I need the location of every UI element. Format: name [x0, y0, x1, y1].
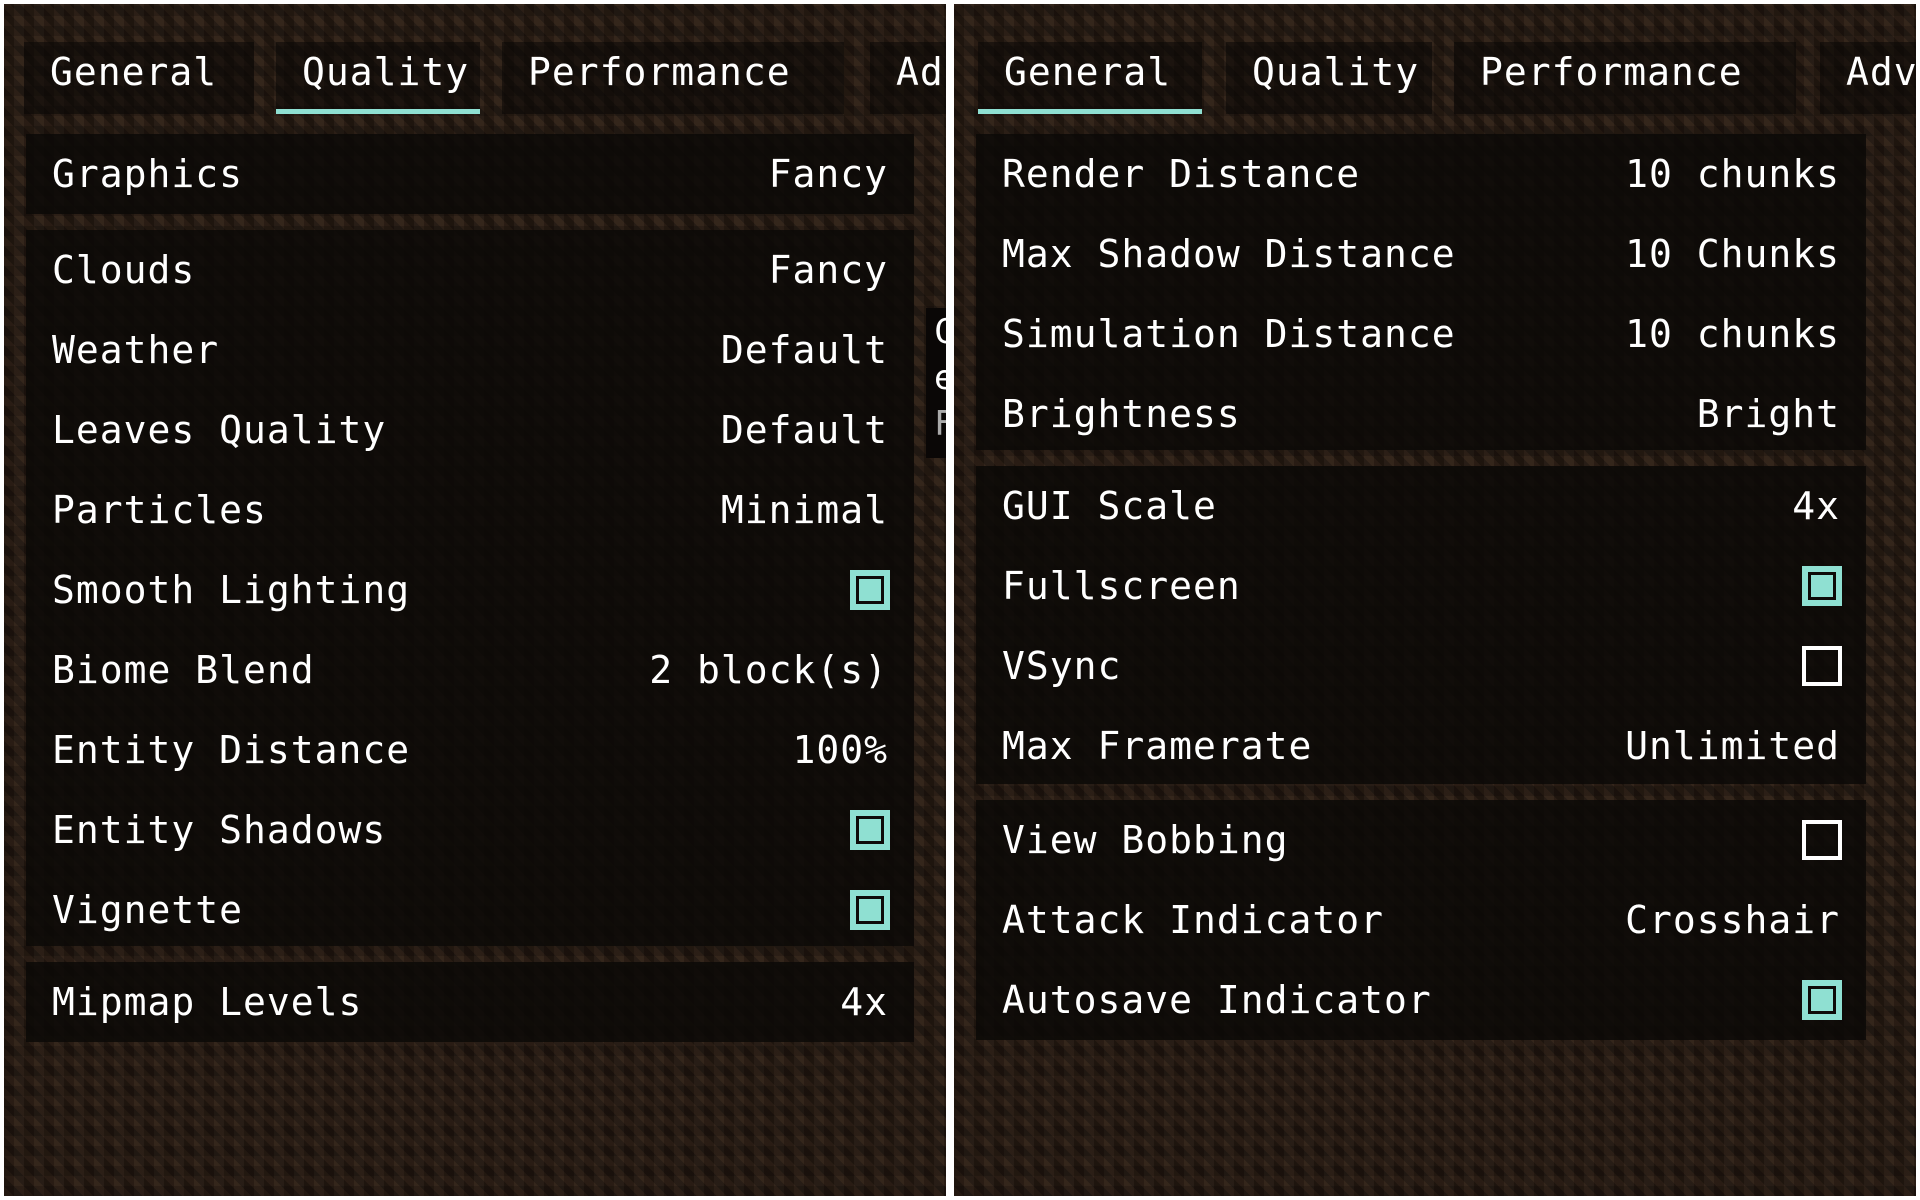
setting-render-distance[interactable]: Render Distance 10 chunks — [976, 134, 1866, 214]
setting-value[interactable]: Default — [721, 390, 888, 470]
entity-shadows-checkbox[interactable] — [850, 810, 890, 850]
tab-label: Performance — [528, 50, 791, 94]
setting-label: Render Distance — [1002, 152, 1361, 196]
setting-label: Smooth Lighting — [52, 568, 411, 612]
setting-simulation-distance[interactable]: Simulation Distance 10 chunks — [976, 294, 1866, 374]
setting-label: Graphics — [52, 152, 244, 196]
setting-brightness[interactable]: Brightness Bright — [976, 374, 1866, 454]
settings-group: View Bobbing Attack Indicator Crosshair … — [976, 800, 1866, 1040]
setting-label: Brightness — [1002, 392, 1241, 436]
setting-label: Mipmap Levels — [52, 980, 363, 1024]
tooltip-char: e — [934, 358, 946, 398]
tab-performance[interactable]: Performance — [502, 42, 844, 114]
setting-label: View Bobbing — [1002, 818, 1289, 862]
setting-fullscreen[interactable]: Fullscreen — [976, 546, 1866, 626]
setting-label: Entity Shadows — [52, 808, 387, 852]
setting-label: Weather — [52, 328, 220, 372]
setting-value[interactable]: 2 block(s) — [649, 630, 888, 710]
setting-value[interactable]: Fancy — [769, 134, 888, 214]
setting-label: Fullscreen — [1002, 564, 1241, 608]
setting-max-framerate[interactable]: Max Framerate Unlimited — [976, 706, 1866, 786]
vignette-checkbox[interactable] — [850, 890, 890, 930]
setting-label: Vignette — [52, 888, 244, 932]
setting-value[interactable]: Minimal — [721, 470, 888, 550]
setting-clouds[interactable]: Clouds Fancy — [26, 230, 914, 310]
setting-value[interactable]: Fancy — [769, 230, 888, 310]
settings-group: Render Distance 10 chunks Max Shadow Dis… — [976, 134, 1866, 450]
setting-value[interactable]: Crosshair — [1625, 880, 1840, 960]
setting-value[interactable]: 10 Chunks — [1625, 214, 1840, 294]
setting-value[interactable]: Bright — [1697, 374, 1840, 454]
setting-vignette[interactable]: Vignette — [26, 870, 914, 950]
setting-vsync[interactable]: VSync — [976, 626, 1866, 706]
setting-value[interactable]: 4x — [840, 962, 888, 1042]
tab-label: Adv — [1846, 50, 1916, 94]
setting-label: Biome Blend — [52, 648, 315, 692]
tooltip-char: F — [934, 404, 946, 444]
setting-view-bobbing[interactable]: View Bobbing — [976, 800, 1866, 880]
setting-value[interactable]: 10 chunks — [1625, 134, 1840, 214]
tab-general[interactable]: General — [24, 42, 254, 114]
setting-weather[interactable]: Weather Default — [26, 310, 914, 390]
fullscreen-checkbox[interactable] — [1802, 566, 1842, 606]
setting-smooth-lighting[interactable]: Smooth Lighting — [26, 550, 914, 630]
tab-label: Quality — [302, 50, 470, 94]
setting-attack-indicator[interactable]: Attack Indicator Crosshair — [976, 880, 1866, 960]
tab-general[interactable]: General — [978, 42, 1202, 114]
tab-performance[interactable]: Performance — [1454, 42, 1796, 114]
tab-label: Quality — [1252, 50, 1420, 94]
tab-label: Performance — [1480, 50, 1743, 94]
setting-label: Max Framerate — [1002, 724, 1313, 768]
setting-entity-shadows[interactable]: Entity Shadows — [26, 790, 914, 870]
settings-group: Graphics Fancy — [26, 134, 914, 214]
setting-label: GUI Scale — [1002, 484, 1217, 528]
tab-advanced[interactable]: Adv — [1820, 42, 1916, 114]
settings-group: GUI Scale 4x Fullscreen VSync Max Framer… — [976, 466, 1866, 784]
setting-mipmap-levels[interactable]: Mipmap Levels 4x — [26, 962, 914, 1042]
tooltip-char: C — [934, 312, 946, 352]
setting-label: VSync — [1002, 644, 1122, 688]
general-settings-panel: General Quality Performance Adv Render D… — [954, 4, 1916, 1196]
tab-quality[interactable]: Quality — [276, 42, 480, 114]
setting-value[interactable]: 100% — [792, 710, 888, 790]
tab-underline — [276, 109, 480, 114]
settings-group: Mipmap Levels 4x — [26, 962, 914, 1042]
setting-label: Autosave Indicator — [1002, 978, 1432, 1022]
setting-value[interactable]: 4x — [1792, 466, 1840, 546]
autosave-indicator-checkbox[interactable] — [1802, 980, 1842, 1020]
tooltip-fragment: C e F — [926, 308, 946, 458]
setting-label: Leaves Quality — [52, 408, 387, 452]
setting-value[interactable]: Default — [721, 310, 888, 390]
tab-quality[interactable]: Quality — [1226, 42, 1432, 114]
setting-label: Particles — [52, 488, 267, 532]
setting-label: Attack Indicator — [1002, 898, 1385, 942]
tab-label: General — [1004, 50, 1172, 94]
setting-label: Max Shadow Distance — [1002, 232, 1456, 276]
vsync-checkbox[interactable] — [1802, 646, 1842, 686]
setting-label: Simulation Distance — [1002, 312, 1456, 356]
settings-group: Clouds Fancy Weather Default Leaves Qual… — [26, 230, 914, 946]
setting-value[interactable]: 10 chunks — [1625, 294, 1840, 374]
setting-particles[interactable]: Particles Minimal — [26, 470, 914, 550]
quality-settings-panel: General Quality Performance Ad Graphics … — [4, 4, 946, 1196]
setting-value[interactable]: Unlimited — [1625, 706, 1840, 786]
setting-graphics[interactable]: Graphics Fancy — [26, 134, 914, 214]
smooth-lighting-checkbox[interactable] — [850, 570, 890, 610]
tab-label: General — [50, 50, 218, 94]
setting-autosave-indicator[interactable]: Autosave Indicator — [976, 960, 1866, 1040]
setting-label: Entity Distance — [52, 728, 411, 772]
setting-biome-blend[interactable]: Biome Blend 2 block(s) — [26, 630, 914, 710]
tab-advanced[interactable]: Ad — [870, 42, 946, 114]
setting-leaves-quality[interactable]: Leaves Quality Default — [26, 390, 914, 470]
setting-entity-distance[interactable]: Entity Distance 100% — [26, 710, 914, 790]
tab-bar: General Quality Performance Ad — [4, 42, 946, 114]
tab-label: Ad — [896, 50, 944, 94]
setting-gui-scale[interactable]: GUI Scale 4x — [976, 466, 1866, 546]
setting-max-shadow-distance[interactable]: Max Shadow Distance 10 Chunks — [976, 214, 1866, 294]
setting-label: Clouds — [52, 248, 196, 292]
tab-bar: General Quality Performance Adv — [954, 42, 1916, 114]
tab-underline — [978, 109, 1202, 114]
view-bobbing-checkbox[interactable] — [1802, 820, 1842, 860]
